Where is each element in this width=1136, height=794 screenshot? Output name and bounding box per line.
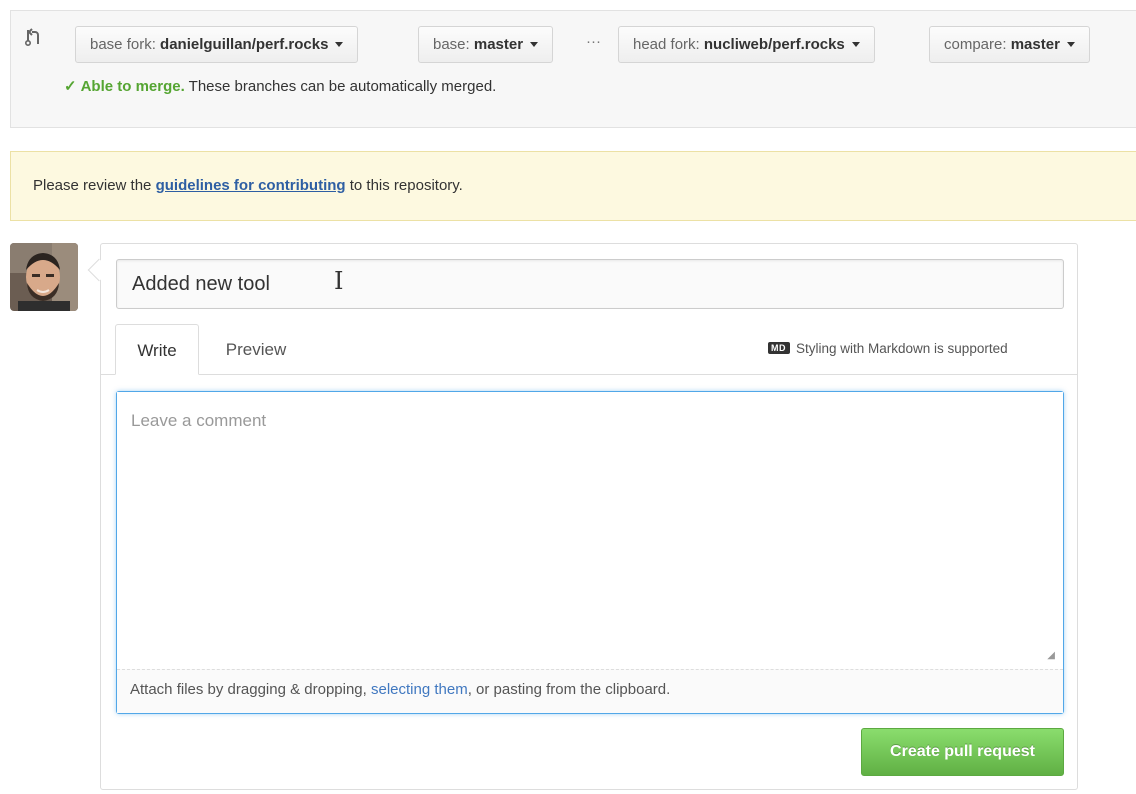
caret-down-icon	[851, 41, 860, 47]
tab-write[interactable]: Write	[115, 324, 199, 375]
base-fork-select[interactable]: base fork: danielguillan/perf.rocks	[75, 26, 359, 63]
compare-branch-label: compare:	[944, 36, 1011, 53]
text-cursor-icon: I	[334, 267, 344, 295]
guidelines-link[interactable]: guidelines for contributing	[156, 177, 346, 194]
compare-branch-select[interactable]: compare: master	[929, 26, 1090, 63]
markdown-icon: MD	[768, 342, 790, 354]
head-fork-label: head fork:	[633, 36, 704, 53]
base-fork-value: danielguillan/perf.rocks	[160, 36, 329, 53]
caret-down-icon	[335, 41, 344, 47]
merge-status-text: These branches can be automatically merg…	[184, 78, 497, 95]
base-fork-label: base fork:	[90, 36, 161, 53]
markdown-note-label: Styling with Markdown is supported	[796, 341, 1008, 356]
flash-text-after: to this repository.	[345, 177, 463, 194]
flash-text-before: Please review the	[33, 177, 156, 194]
markdown-icon-label: MD	[771, 343, 786, 353]
caret-down-icon	[530, 41, 539, 47]
caret-down-icon	[1066, 41, 1075, 47]
markdown-help-link[interactable]: MD Styling with Markdown is supported	[768, 341, 1008, 356]
contributing-flash: Please review the guidelines for contrib…	[10, 151, 1136, 221]
base-branch-label: base:	[433, 36, 474, 53]
attach-text-before: Attach files by dragging & dropping,	[130, 681, 371, 698]
title-input[interactable]	[116, 259, 1064, 309]
tab-preview[interactable]: Preview	[205, 324, 307, 375]
check-icon: ✓	[64, 78, 77, 95]
base-branch-value: master	[473, 36, 524, 53]
file-attach-bar[interactable]: Attach files by dragging & dropping, sel…	[117, 669, 1063, 713]
merge-ok-label: Able to merge.	[80, 78, 185, 95]
attach-text-after: , or pasting from the clipboard.	[467, 681, 671, 698]
git-compare-icon	[24, 28, 39, 47]
resize-handle-icon[interactable]: ◢	[1047, 650, 1055, 661]
head-fork-value: nucliweb/perf.rocks	[703, 36, 845, 53]
merge-status: ✓ Able to merge. These branches can be au…	[64, 77, 496, 95]
create-pull-request-button[interactable]: Create pull request	[861, 728, 1064, 776]
base-branch-select[interactable]: base: master	[418, 26, 554, 63]
ellipsis-separator: ···	[586, 33, 601, 50]
user-avatar	[10, 243, 78, 311]
comment-box: ◢ Attach files by dragging & dropping, s…	[116, 391, 1064, 714]
compare-branch-value: master	[1010, 36, 1060, 53]
comment-textarea[interactable]	[117, 392, 1063, 668]
select-files-link[interactable]: selecting them	[371, 681, 468, 698]
head-fork-select[interactable]: head fork: nucliweb/perf.rocks	[618, 26, 875, 63]
